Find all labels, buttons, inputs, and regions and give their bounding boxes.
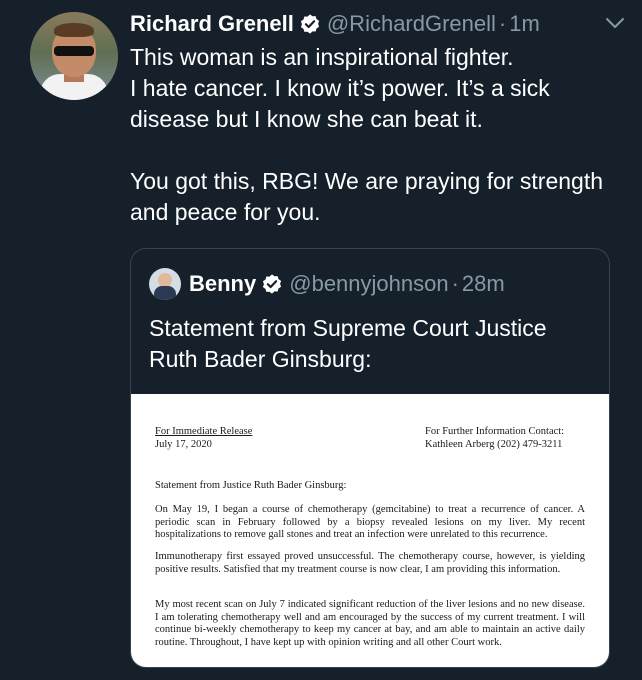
release-block: For Immediate Release July 17, 2020: [155, 426, 252, 451]
release-label: For Immediate Release: [155, 426, 253, 437]
contact-label: For Further Information Contact:: [425, 426, 565, 437]
statement-heading: Statement from Justice Ruth Bader Ginsbu…: [155, 480, 347, 491]
quoted-avatar-body: [154, 286, 176, 300]
author-handle[interactable]: @RichardGrenell: [327, 11, 496, 37]
verified-badge-icon: [263, 274, 282, 294]
statement-paragraph-3: My most recent scan on July 7 indicated …: [155, 599, 585, 648]
author-name[interactable]: Richard Grenell: [130, 11, 294, 37]
chevron-down-icon[interactable]: [604, 15, 626, 31]
quoted-avatar-head: [158, 273, 172, 287]
contact-block: For Further Information Contact: Kathlee…: [425, 426, 564, 451]
contact-value: Kathleen Arberg (202) 479-3211: [425, 438, 563, 450]
quoted-tweet-text: Statement from Supreme Court Justice Rut…: [149, 315, 547, 372]
quoted-separator-dot: ·: [451, 271, 459, 296]
quoted-author-handle: @bennyjohnson: [289, 271, 449, 296]
avatar-hair: [54, 23, 94, 37]
separator-dot: ·: [498, 11, 507, 36]
tweet-text: This woman is an inspirational fighter. …: [130, 44, 604, 225]
quoted-tweet-header: Benny @bennyjohnson · 28m: [149, 268, 505, 300]
tweet-timestamp[interactable]: 1m: [509, 11, 540, 37]
quoted-author-name: Benny: [189, 271, 257, 296]
tweet-header: Richard Grenell @RichardGrenell · 1m: [130, 9, 540, 39]
statement-document-image[interactable]: For Immediate Release July 17, 2020 For …: [131, 394, 609, 667]
avatar-sunglasses: [54, 46, 94, 56]
verified-badge-icon: [300, 14, 319, 34]
quoted-tweet-timestamp: 28m: [461, 271, 505, 296]
statement-paragraph-2: Immunotherapy first essayed proved unsuc…: [155, 551, 585, 575]
release-date: July 17, 2020: [155, 438, 212, 450]
author-avatar[interactable]: [30, 12, 118, 100]
statement-paragraph-1: On May 19, I began a course of chemother…: [155, 504, 585, 540]
quoted-author-avatar: [149, 268, 181, 300]
quoted-tweet[interactable]: Benny @bennyjohnson · 28m Statement from…: [130, 248, 610, 668]
